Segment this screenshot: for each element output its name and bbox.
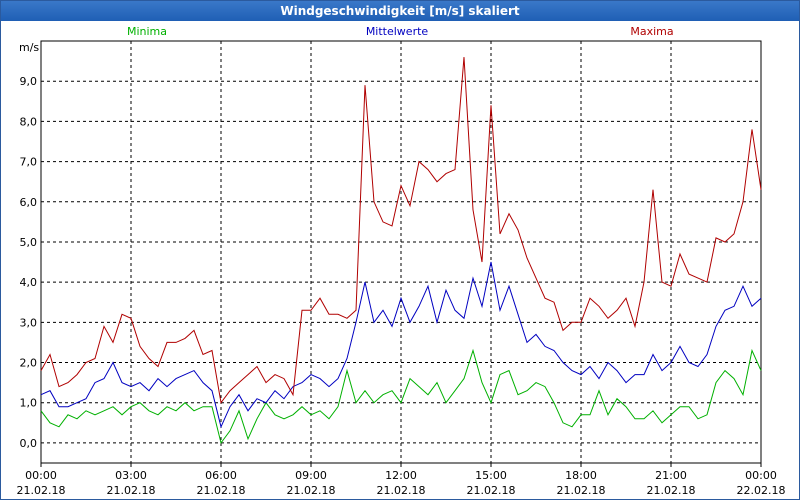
x-tick-label-date: 21.02.18 [197,484,246,497]
y-tick-label: 0,0 [20,437,38,450]
y-tick-label: 4,0 [20,276,38,289]
y-tick-label: 3,0 [20,316,38,329]
legend-minima: Minima [127,25,167,38]
x-tick-label-date: 21.02.18 [287,484,336,497]
y-tick-label: 7,0 [20,156,38,169]
chart-window: Windgeschwindigkeit [m/s] skaliert 0,0 1,… [0,0,800,500]
x-tick-label-time: 00:00 [745,469,777,482]
x-tick-label-time: 06:00 [205,469,237,482]
x-tick-label-date: 22.02.18 [737,484,786,497]
y-tick-label: 6,0 [20,196,38,209]
y-axis-label: m/s [19,41,39,54]
y-tick-label: 5,0 [20,236,38,249]
x-tick-label-time: 21:00 [655,469,687,482]
x-tick-label-date: 21.02.18 [107,484,156,497]
grid [41,41,761,463]
x-tick-label-date: 21.02.18 [377,484,426,497]
x-tick-label-time: 00:00 [25,469,57,482]
y-tick-label: 9,0 [20,75,38,88]
wind-speed-chart: 0,0 1,0 2,0 3,0 4,0 5,0 6,0 7,0 8,0 9,0 m/s 00:00 2… [17,25,786,497]
legend-mittelwerte: Mittelwerte [366,25,429,38]
y-tick-label: 2,0 [20,357,38,370]
legend-maxima: Maxima [630,25,673,38]
y-tick-label: 8,0 [20,115,38,128]
x-tick-label-date: 21.02.18 [17,484,66,497]
x-tick-label-time: 09:00 [295,469,327,482]
x-tick-label-time: 15:00 [475,469,507,482]
x-tick-label-time: 12:00 [385,469,417,482]
x-tick-label-date: 21.02.18 [557,484,606,497]
y-tick-label: 1,0 [20,397,38,410]
x-tick-label-date: 21.02.18 [467,484,516,497]
x-tick-label-time: 18:00 [565,469,597,482]
x-tick-label-time: 03:00 [115,469,147,482]
x-axis: 00:00 21.02.18 03:00 21.02.18 06:00 21.02.18 0… [17,463,786,497]
x-tick-label-date: 21.02.18 [647,484,696,497]
y-axis: 0,0 1,0 2,0 3,0 4,0 5,0 6,0 7,0 8,0 9,0 m/s [19,41,39,450]
legend: Minima Mittelwerte Maxima [127,25,674,38]
